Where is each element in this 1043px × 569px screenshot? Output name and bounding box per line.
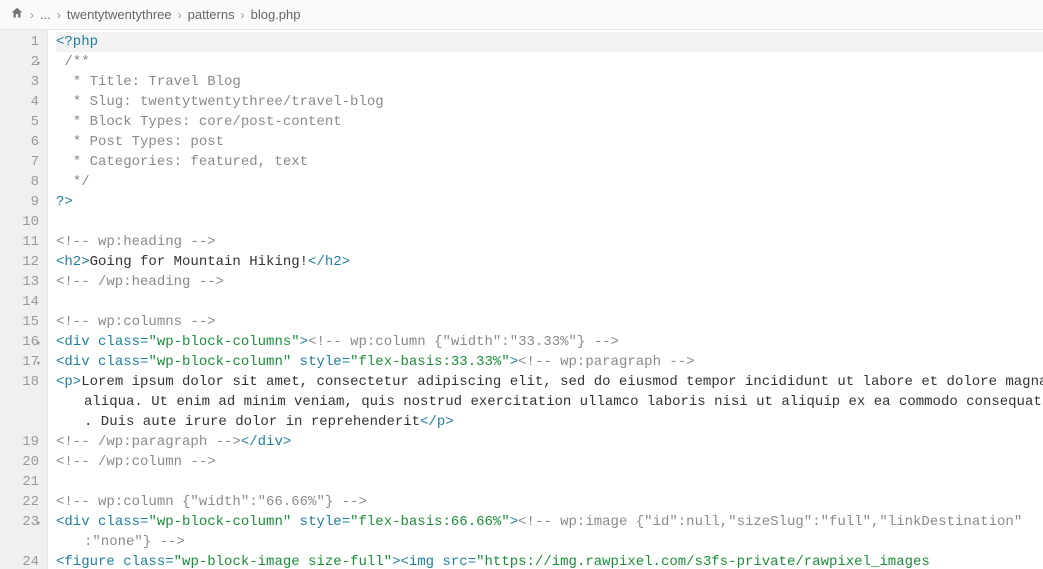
line-number: 20 — [4, 452, 39, 472]
code-line[interactable]: <!-- /wp:column --> — [56, 452, 1043, 472]
code-line[interactable]: * Slug: twentytwentythree/travel-blog — [56, 92, 1043, 112]
code-line[interactable]: <div class="wp-block-column" style="flex… — [56, 352, 1043, 372]
line-number: 2 — [4, 52, 39, 72]
code-line[interactable]: aliqua. Ut enim ad minim veniam, quis no… — [56, 392, 1043, 412]
line-number: 18 — [4, 372, 39, 392]
code-line[interactable] — [56, 212, 1043, 232]
line-number — [4, 412, 39, 432]
code-line[interactable]: :"none"} --> — [56, 532, 1043, 552]
line-number: 13 — [4, 272, 39, 292]
chevron-right-icon: › — [178, 8, 182, 22]
code-line[interactable]: /** — [56, 52, 1043, 72]
code-line[interactable]: <?php — [56, 32, 1043, 52]
line-number: 19 — [4, 432, 39, 452]
line-number: 1 — [4, 32, 39, 52]
line-number-gutter: 123456789101112131415161718192021222324 — [0, 30, 48, 569]
chevron-right-icon: › — [30, 8, 34, 22]
code-line[interactable]: <!-- /wp:heading --> — [56, 272, 1043, 292]
line-number: 21 — [4, 472, 39, 492]
code-line[interactable]: <p>Lorem ipsum dolor sit amet, consectet… — [56, 372, 1043, 392]
code-line[interactable]: <!-- wp:columns --> — [56, 312, 1043, 332]
code-line[interactable]: <div class="wp-block-column" style="flex… — [56, 512, 1043, 532]
line-number: 6 — [4, 132, 39, 152]
code-line[interactable]: * Title: Travel Blog — [56, 72, 1043, 92]
code-line[interactable] — [56, 292, 1043, 312]
breadcrumb-file[interactable]: blog.php — [251, 7, 301, 22]
line-number: 24 — [4, 552, 39, 569]
code-line[interactable]: . Duis aute irure dolor in reprehenderit… — [56, 412, 1043, 432]
code-line[interactable]: * Post Types: post — [56, 132, 1043, 152]
code-line[interactable]: <!-- wp:heading --> — [56, 232, 1043, 252]
code-line[interactable]: * Block Types: core/post-content — [56, 112, 1043, 132]
line-number: 5 — [4, 112, 39, 132]
breadcrumb: › ... › twentytwentythree › patterns › b… — [0, 0, 1043, 30]
line-number: 12 — [4, 252, 39, 272]
line-number: 17 — [4, 352, 39, 372]
home-icon[interactable] — [10, 6, 24, 23]
code-line[interactable] — [56, 472, 1043, 492]
code-line[interactable]: <!-- wp:column {"width":"66.66%"} --> — [56, 492, 1043, 512]
line-number: 7 — [4, 152, 39, 172]
line-number: 10 — [4, 212, 39, 232]
code-area[interactable]: <?php /** * Title: Travel Blog * Slug: t… — [48, 30, 1043, 569]
line-number: 4 — [4, 92, 39, 112]
breadcrumb-folder[interactable]: patterns — [188, 7, 235, 22]
chevron-right-icon: › — [57, 8, 61, 22]
line-number: 14 — [4, 292, 39, 312]
line-number: 3 — [4, 72, 39, 92]
line-number: 15 — [4, 312, 39, 332]
code-line[interactable]: * Categories: featured, text — [56, 152, 1043, 172]
line-number — [4, 392, 39, 412]
line-number: 8 — [4, 172, 39, 192]
breadcrumb-ellipsis[interactable]: ... — [40, 7, 51, 22]
line-number — [4, 532, 39, 552]
breadcrumb-folder[interactable]: twentytwentythree — [67, 7, 172, 22]
line-number: 23 — [4, 512, 39, 532]
code-editor[interactable]: 123456789101112131415161718192021222324 … — [0, 30, 1043, 569]
code-line[interactable]: <figure class="wp-block-image size-full"… — [56, 552, 1043, 569]
line-number: 22 — [4, 492, 39, 512]
code-line[interactable]: <h2>Going for Mountain Hiking!</h2> — [56, 252, 1043, 272]
line-number: 9 — [4, 192, 39, 212]
code-line[interactable]: */ — [56, 172, 1043, 192]
code-line[interactable]: <div class="wp-block-columns"><!-- wp:co… — [56, 332, 1043, 352]
code-line[interactable]: <!-- /wp:paragraph --></div> — [56, 432, 1043, 452]
chevron-right-icon: › — [241, 8, 245, 22]
line-number: 11 — [4, 232, 39, 252]
code-line[interactable]: ?> — [56, 192, 1043, 212]
line-number: 16 — [4, 332, 39, 352]
